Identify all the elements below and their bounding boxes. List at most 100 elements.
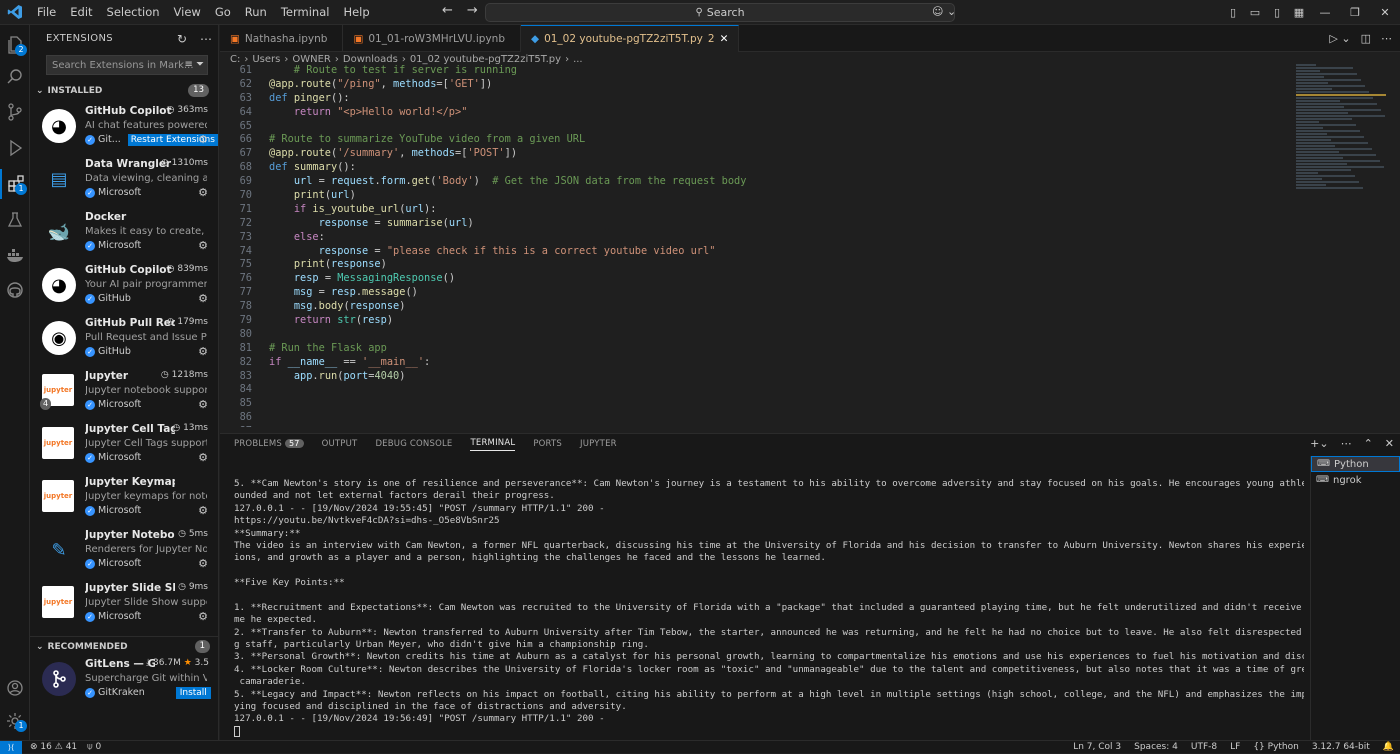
close-icon[interactable]: ✕ — [1370, 6, 1400, 19]
manage-gear-icon[interactable]: ⚙ — [198, 451, 208, 464]
tab-1[interactable]: ▣ 01_01-roW3MHrLVU.ipynb — [343, 25, 521, 52]
menu-terminal[interactable]: Terminal — [274, 0, 337, 25]
breadcrumb-item[interactable]: Users — [252, 54, 280, 65]
recommended-extension-gitlens[interactable]: GitLens — G... ⤓ 36.7M ★ 3.5 Supercharge… — [30, 654, 218, 707]
new-terminal-icon[interactable]: +⌄ — [1310, 437, 1328, 450]
accounts-icon[interactable] — [0, 673, 30, 703]
github-icon[interactable] — [0, 275, 30, 305]
toggle-sidebar-icon[interactable]: ▯ — [1222, 6, 1244, 19]
docker-icon[interactable] — [0, 240, 30, 270]
terminal-line: ying focused and disciplined in the face… — [234, 701, 627, 713]
manage-gear-icon[interactable]: ⚙ — [198, 239, 208, 252]
encoding[interactable]: UTF-8 — [1191, 741, 1217, 754]
breadcrumb-item[interactable]: OWNER — [292, 54, 331, 65]
manage-gear-icon[interactable]: ⚙ — [198, 133, 208, 146]
end-of-line[interactable]: LF — [1230, 741, 1240, 754]
ports-status[interactable]: ⍦ 0 — [87, 742, 101, 752]
install-button[interactable]: Install — [175, 687, 211, 699]
copilot-icon[interactable]: ☺ ⌄ — [932, 5, 956, 18]
panel-tab-ports[interactable]: PORTS — [533, 439, 562, 449]
manage-gear-icon[interactable]: ⚙ — [198, 398, 208, 411]
manage-gear-icon[interactable]: ⚙ — [198, 504, 208, 517]
maximize-icon[interactable]: ❐ — [1340, 6, 1370, 19]
layout-icon[interactable]: ▦ — [1288, 6, 1310, 19]
settings-gear-icon[interactable]: 1 — [0, 706, 30, 736]
close-tab-icon[interactable]: ✕ — [720, 33, 729, 45]
more-actions-icon[interactable]: ⋯ — [1381, 32, 1392, 45]
menu-run[interactable]: Run — [238, 0, 274, 25]
refresh-icon[interactable]: ↻ — [177, 32, 187, 46]
testing-icon[interactable] — [0, 205, 30, 235]
forward-arrow-icon[interactable]: → — [467, 3, 478, 18]
language-mode[interactable]: {} Python — [1253, 741, 1299, 754]
terminal-instance[interactable]: ⌨ Python — [1311, 456, 1400, 472]
code-line: 71 if is_youtube_url(url): — [220, 203, 1400, 217]
run-file-icon[interactable]: ▷ ⌄ — [1329, 32, 1350, 45]
indentation[interactable]: Spaces: 4 — [1134, 741, 1178, 754]
source-control-icon[interactable] — [0, 97, 30, 127]
panel-tab-jupyter[interactable]: JUPYTER — [580, 439, 617, 449]
extension-item[interactable]: ◕ GitHub Copilot ◷ 839ms Your AI pair progr… — [30, 260, 218, 313]
minimap[interactable] — [1296, 64, 1386, 204]
split-editor-icon[interactable]: ◫ — [1361, 32, 1371, 45]
tab-0[interactable]: ▣ Nathasha.ipynb — [220, 25, 344, 52]
terminal-instance[interactable]: ⌨ ngrok — [1311, 472, 1400, 488]
extension-item[interactable]: ◕ GitHub Copilot C...◷ 363ms AI chat featu… — [30, 101, 218, 154]
breadcrumb-item[interactable]: ... — [573, 54, 583, 65]
extension-item[interactable]: jupyter Jupyter Slide Show◷ 9ms Jupyter Sl… — [30, 578, 218, 631]
toggle-secondary-sidebar-icon[interactable]: ▯ — [1266, 6, 1288, 19]
more-actions-icon[interactable]: ⋯ — [200, 32, 212, 46]
more-actions-icon[interactable]: ⋯ — [1341, 437, 1352, 450]
extension-item[interactable]: jupyter 4 Jupyter ◷ 1218ms Jupyter notebook … — [30, 366, 218, 419]
extensions-search-input[interactable]: Search Extensions in Mark... ≡ ⏷ — [46, 55, 208, 75]
extension-item[interactable]: jupyter Jupyter Cell Tags ◷ 13ms Jupyter Ce… — [30, 419, 218, 472]
manage-gear-icon[interactable]: ⚙ — [198, 557, 208, 570]
manage-gear-icon[interactable]: ⚙ — [198, 292, 208, 305]
panel-tab-problems[interactable]: PROBLEMS 57 — [234, 439, 304, 449]
breadcrumb-item[interactable]: Downloads — [343, 54, 398, 65]
problems-status[interactable]: ⊗ 16 ⚠ 41 — [30, 742, 77, 752]
extension-item[interactable]: jupyter Jupyter Keymap Jupyter keymaps for… — [30, 472, 218, 525]
panel-tab-debug-console[interactable]: DEBUG CONSOLE — [375, 439, 452, 449]
python-interpreter[interactable]: 3.12.7 64-bit — [1312, 741, 1370, 754]
panel-tab-output[interactable]: OUTPUT — [322, 439, 358, 449]
notifications-bell-icon[interactable]: 🔔 — [1383, 741, 1394, 754]
extension-item[interactable]: ✎ Jupyter Notebook ...◷ 5ms Renderers for … — [30, 525, 218, 578]
manage-gear-icon[interactable]: ⚙ — [198, 186, 208, 199]
manage-gear-icon[interactable]: ⚙ — [198, 610, 208, 623]
extensions-icon[interactable]: 1 — [0, 169, 30, 199]
recommended-section-header[interactable]: ⌄ RECOMMENDED 1 — [30, 636, 218, 656]
maximize-panel-icon[interactable]: ⌃ — [1364, 437, 1373, 450]
run-debug-icon[interactable] — [0, 133, 30, 163]
command-center-search[interactable]: ⚲ Search — [485, 3, 955, 22]
explorer-icon[interactable]: 2 — [0, 30, 30, 60]
menu-file[interactable]: File — [30, 0, 63, 25]
terminal-output[interactable]: 5. **Cam Newton's story is one of resili… — [234, 478, 1304, 741]
warning-icon: ⚠ — [54, 742, 63, 752]
menu-view[interactable]: View — [167, 0, 208, 25]
menu-selection[interactable]: Selection — [100, 0, 167, 25]
code-editor[interactable]: 61 # Route to test if server is running 6… — [220, 64, 1400, 427]
panel-tab-terminal[interactable]: TERMINAL — [470, 438, 516, 451]
menu-go[interactable]: Go — [208, 0, 238, 25]
extension-item[interactable]: ▤ Data Wrangler ◷ 1310ms Data viewing, clea… — [30, 154, 218, 207]
manage-gear-icon[interactable]: ⚙ — [198, 345, 208, 358]
clock-icon: ◷ — [166, 105, 178, 115]
close-panel-icon[interactable]: ✕ — [1385, 437, 1394, 450]
extension-item[interactable]: 🐋DockerMakes it easy to create, ma...✓Mi… — [30, 207, 218, 260]
breadcrumb-item[interactable]: C: — [230, 54, 240, 65]
menu-help[interactable]: Help — [336, 0, 376, 25]
minimize-icon[interactable]: — — [1310, 6, 1340, 19]
back-arrow-icon[interactable]: ← — [442, 3, 453, 18]
code-line: 75 print(response) — [220, 258, 1400, 272]
breadcrumb-item[interactable]: 01_02 youtube-pgTZ2ziT5T.py — [410, 54, 561, 65]
search-view-icon[interactable] — [0, 62, 30, 92]
installed-section-header[interactable]: ⌄ INSTALLED 13 — [30, 81, 218, 101]
tab-2[interactable]: ◆ 01_02 youtube-pgTZ2ziT5T.py 2 ✕ — [520, 25, 740, 52]
toggle-panel-icon[interactable]: ▭ — [1244, 6, 1266, 19]
filter-icon[interactable]: ≡ ⏷ — [184, 59, 204, 70]
cursor-position[interactable]: Ln 7, Col 3 — [1073, 741, 1121, 754]
remote-indicator-icon[interactable]: ⟩⟨ — [0, 740, 22, 754]
menu-edit[interactable]: Edit — [63, 0, 99, 25]
extension-item[interactable]: ◉ GitHub Pull Requ...◷ 179ms Pull Request … — [30, 313, 218, 366]
